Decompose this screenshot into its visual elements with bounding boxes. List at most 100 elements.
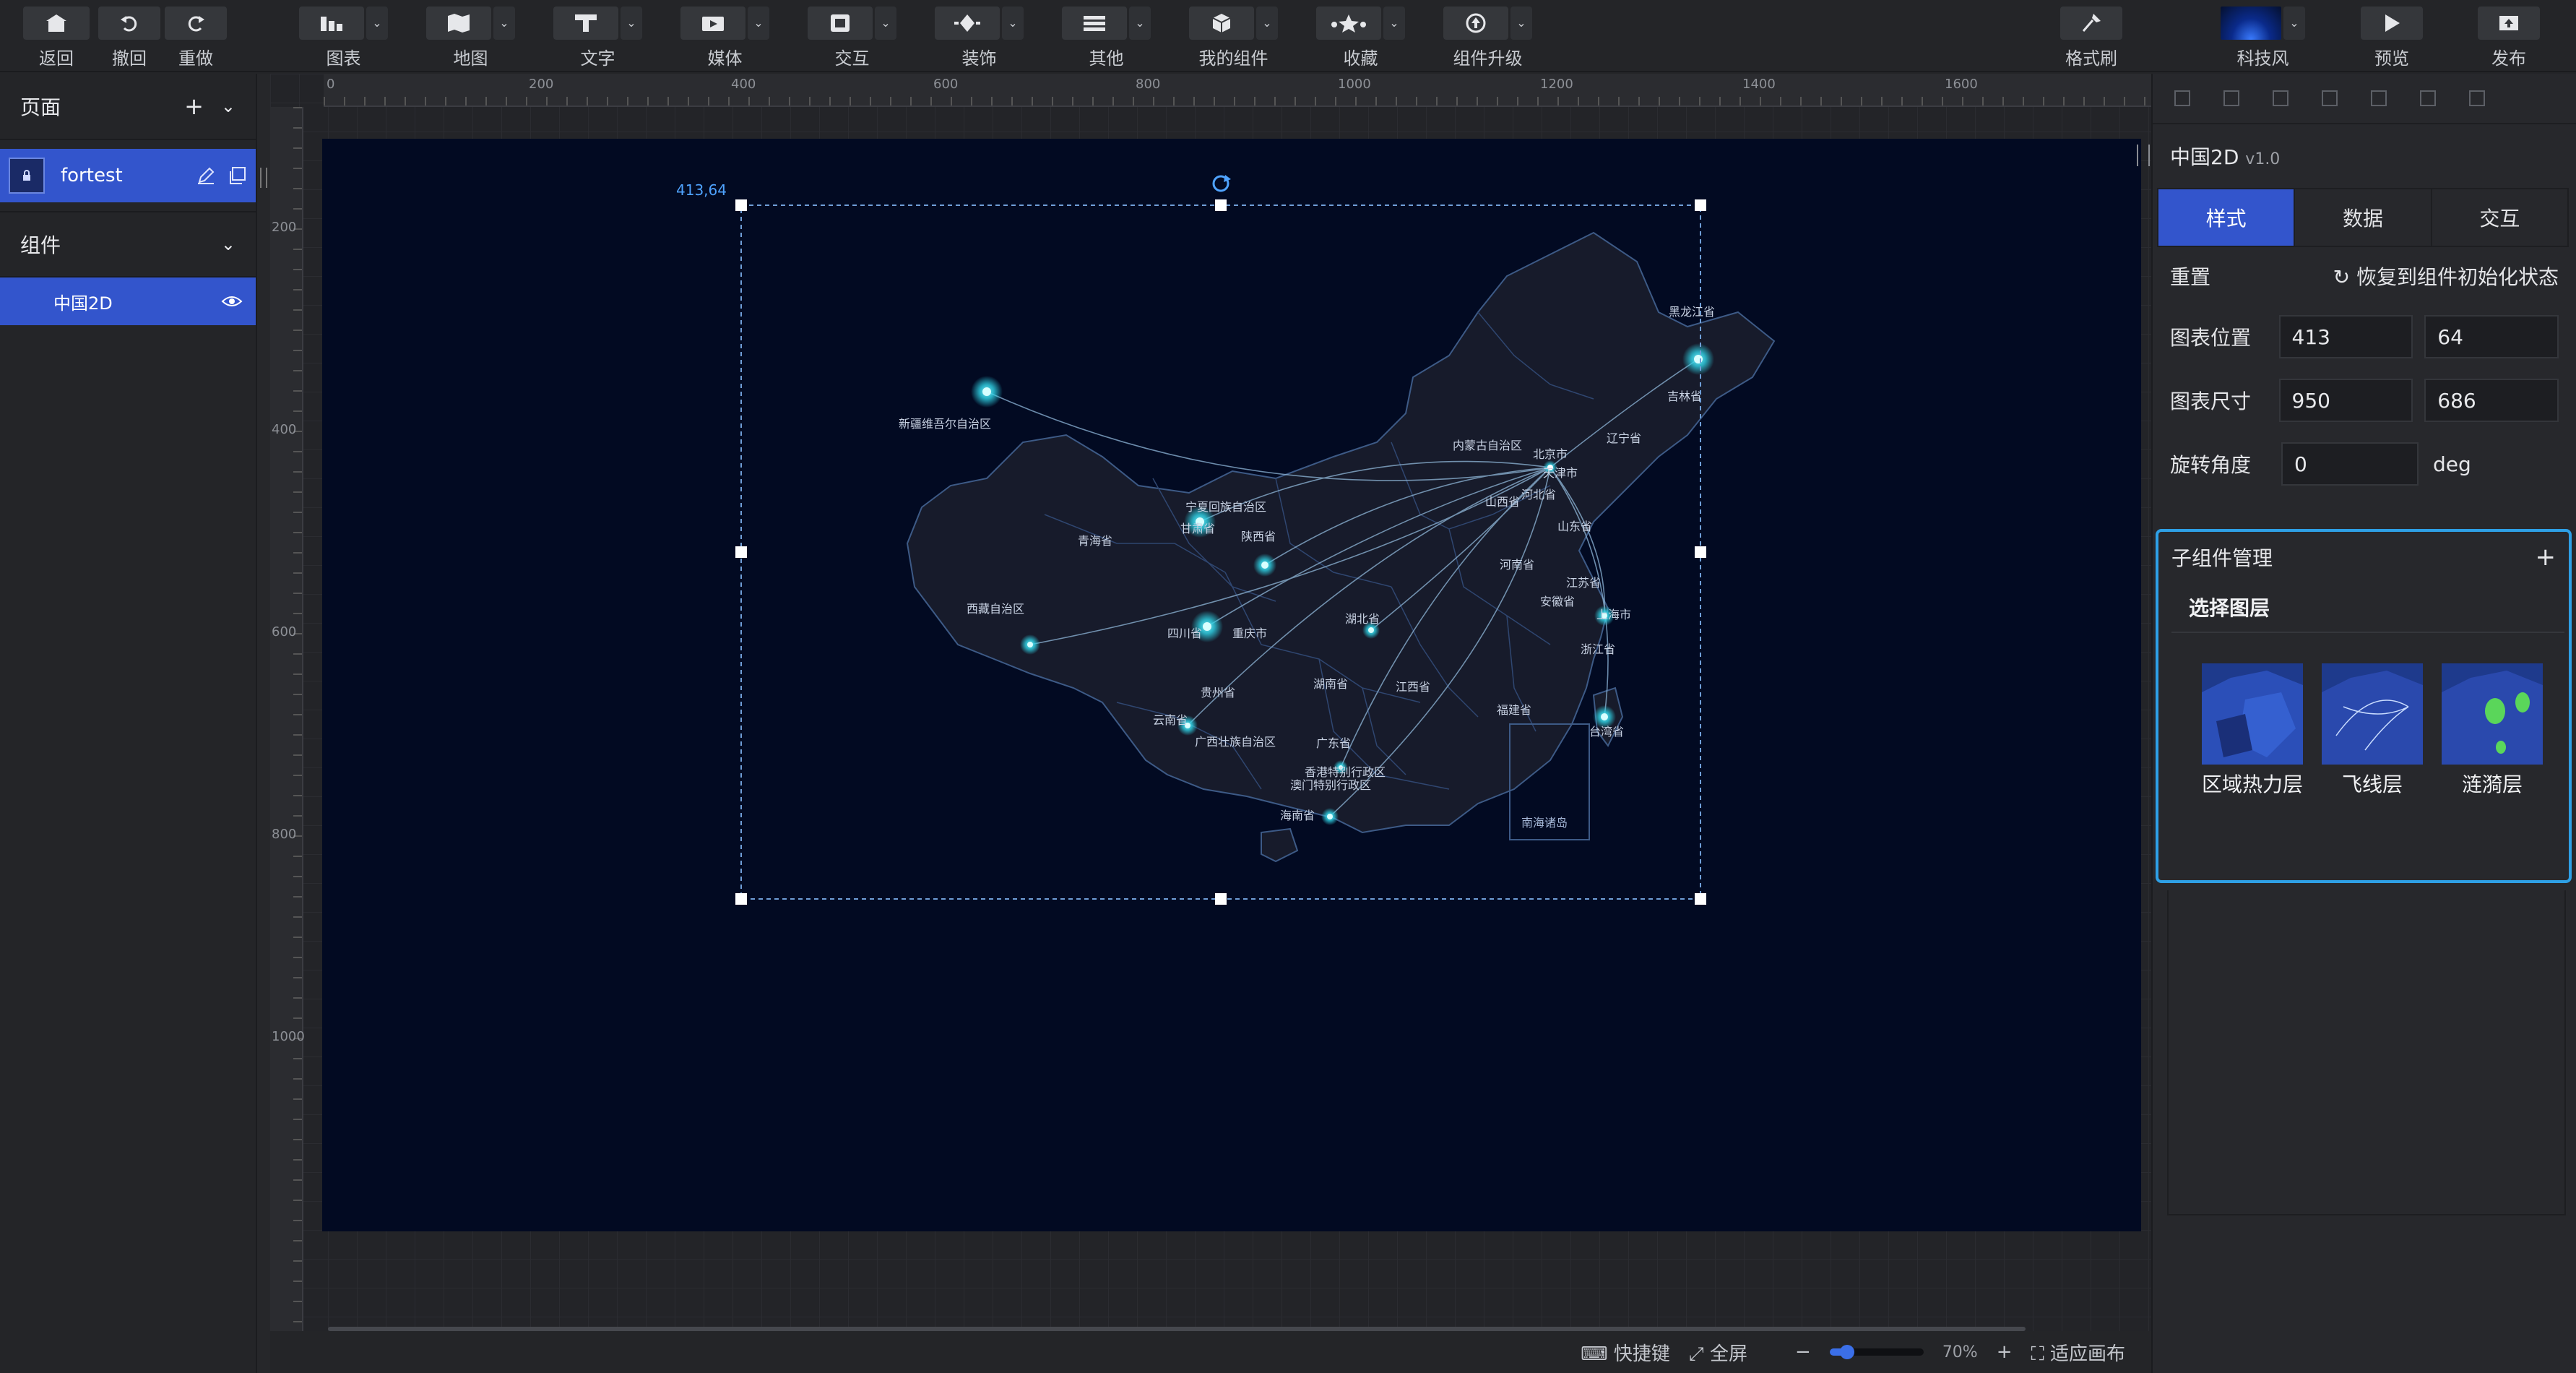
add-sub-component-icon[interactable]: + — [2536, 543, 2556, 572]
resize-handle — [1695, 893, 1706, 905]
design-stage[interactable]: 南海诸岛 黑龙江省 吉林省 辽宁省 内蒙古自治区 北京市 天津市 河北省 山西省… — [322, 139, 2141, 1231]
align-center-icon[interactable] — [2223, 90, 2239, 106]
add-page-icon[interactable]: + — [184, 92, 204, 120]
rotate-handle-icon[interactable] — [1212, 175, 1231, 192]
sub-component-header: 子组件管理 + — [2158, 532, 2569, 582]
decoration-menu[interactable]: ⌄ 装饰 — [935, 6, 1024, 69]
shortcuts-button[interactable]: ⌨ 快捷键 — [1581, 1339, 1670, 1366]
format-brush-button[interactable]: 格式刷 — [2060, 6, 2122, 69]
width-input[interactable]: 950 — [2278, 379, 2413, 422]
chevron-down-icon[interactable]: ⌄ — [221, 96, 235, 116]
fullscreen-label: 全屏 — [1710, 1343, 1748, 1365]
province-label: 重庆市 — [1232, 627, 1267, 640]
keyboard-icon: ⌨ — [1581, 1343, 1614, 1365]
province-label: 台湾省 — [1589, 725, 1624, 739]
chevron-down-icon[interactable]: ⌄ — [1129, 6, 1151, 40]
tab-interaction[interactable]: 交互 — [2432, 189, 2567, 246]
left-panel-collapse-handle[interactable] — [257, 74, 270, 1373]
left-ruler: 200 400 600 800 1000 — [270, 107, 305, 1331]
chevron-down-icon[interactable]: ⌄ — [1383, 6, 1405, 40]
theme-selector[interactable]: ⌄ 科技风 — [2221, 6, 2305, 69]
chevron-down-icon[interactable]: ⌄ — [366, 6, 388, 40]
copy-icon[interactable] — [227, 165, 247, 186]
component-item-china2d[interactable]: 中国2D — [0, 277, 256, 325]
edit-icon[interactable] — [196, 166, 215, 185]
align-bottom-icon[interactable] — [2420, 90, 2436, 106]
layer-option-heatmap[interactable]: 区域热力层 — [2202, 663, 2303, 798]
component-upgrade-label: 组件升级 — [1453, 48, 1523, 69]
china-map-component[interactable]: 南海诸岛 黑龙江省 吉林省 辽宁省 内蒙古自治区 北京市 天津市 河北省 山西省… — [322, 139, 2141, 1231]
media-menu[interactable]: ⌄ 媒体 — [680, 6, 769, 69]
play-icon — [2385, 14, 2400, 32]
restore-default-button[interactable]: ↻ 恢复到组件初始化状态 — [2333, 262, 2559, 290]
text-menu[interactable]: ⌄ 文字 — [553, 6, 642, 69]
preview-button[interactable]: 预览 — [2361, 6, 2423, 69]
other-menu[interactable]: ⌄ 其他 — [1062, 6, 1151, 69]
align-middle-icon[interactable] — [2371, 90, 2387, 106]
alignment-toolbar — [2153, 74, 2576, 124]
favorites-menu[interactable]: ⌄ 收藏 — [1316, 6, 1405, 69]
position-x-input[interactable]: 413 — [2278, 315, 2413, 358]
publish-icon — [2499, 15, 2518, 30]
province-label: 湖北省 — [1345, 612, 1380, 626]
resize-handle — [735, 546, 747, 558]
chevron-down-icon[interactable]: ⌄ — [2283, 6, 2305, 40]
ruler-tick-label: 400 — [731, 77, 756, 92]
right-panel-collapse-handle[interactable] — [2137, 145, 2150, 166]
redo-button[interactable]: 重做 — [165, 6, 227, 69]
interaction-menu[interactable]: ⌄ 交互 — [808, 6, 896, 69]
resize-handle — [1215, 893, 1227, 905]
resize-handle — [1695, 199, 1706, 211]
chevron-down-icon[interactable]: ⌄ — [1002, 6, 1024, 40]
align-top-icon[interactable] — [2322, 90, 2338, 106]
fullscreen-button[interactable]: ⤢ 全屏 — [1689, 1339, 1747, 1366]
chevron-down-icon[interactable]: ⌄ — [493, 6, 515, 40]
zoom-in-icon[interactable]: + — [1997, 1341, 2013, 1363]
zoom-slider-handle[interactable] — [1839, 1345, 1854, 1359]
undo-icon — [121, 15, 137, 31]
ruler-tick-label: 200 — [272, 220, 297, 235]
rotation-input[interactable]: 0 — [2281, 442, 2419, 486]
publish-button[interactable]: 发布 — [2478, 6, 2540, 69]
canvas-area[interactable]: 0 200 400 600 800 1000 1200 1400 1600 20… — [270, 74, 2151, 1331]
distribute-icon[interactable] — [2469, 90, 2485, 106]
ruler-tick-label: 1000 — [272, 1029, 305, 1044]
tab-style[interactable]: 样式 — [2158, 189, 2296, 246]
undo-button[interactable]: 撤回 — [98, 6, 160, 69]
fit-canvas-button[interactable]: ⛶ 适应画布 — [2031, 1339, 2125, 1366]
page-item-fortest[interactable]: fortest — [0, 149, 256, 202]
back-button[interactable]: 返回 — [23, 6, 90, 69]
map-menu[interactable]: ⌄ 地图 — [426, 6, 515, 69]
zoom-slider[interactable] — [1829, 1345, 1924, 1359]
layer-option-ripple[interactable]: 涟漪层 — [2442, 663, 2543, 798]
height-input[interactable]: 686 — [2424, 379, 2559, 422]
layer-option-flyline[interactable]: 飞线层 — [2322, 663, 2424, 798]
province-label: 安徽省 — [1540, 595, 1575, 608]
align-right-icon[interactable] — [2273, 90, 2288, 106]
app-root: 返回 撤回 重做 ⌄ 图表 ⌄ 地图 ⌄ 文字 ⌄ 媒体 ⌄ 交互 ⌄ 装饰 ⌄… — [0, 0, 2576, 1373]
chevron-down-icon[interactable]: ⌄ — [621, 6, 642, 40]
text-icon — [575, 14, 597, 32]
align-left-icon[interactable] — [2174, 90, 2190, 106]
pages-header: 页面 + ⌄ — [0, 74, 256, 140]
component-version: v1.0 — [2245, 150, 2281, 168]
chevron-down-icon[interactable]: ⌄ — [875, 6, 896, 40]
tab-data[interactable]: 数据 — [2295, 189, 2432, 246]
my-components-menu[interactable]: ⌄ 我的组件 — [1189, 6, 1278, 69]
theme-thumbnail — [2221, 6, 2281, 40]
media-icon — [702, 16, 724, 31]
chevron-down-icon[interactable]: ⌄ — [1256, 6, 1278, 40]
format-brush-icon — [2082, 13, 2101, 32]
component-upgrade-menu[interactable]: ⌄ 组件升级 — [1443, 6, 1532, 69]
eye-icon[interactable] — [221, 294, 243, 309]
component-name: 中国2D — [53, 293, 113, 314]
province-label: 河南省 — [1500, 558, 1534, 572]
chevron-down-icon[interactable]: ⌄ — [1510, 6, 1532, 40]
chevron-down-icon[interactable]: ⌄ — [221, 234, 235, 254]
chevron-down-icon[interactable]: ⌄ — [748, 6, 769, 40]
province-label: 澳门特别行政区 — [1290, 778, 1371, 792]
chart-menu[interactable]: ⌄ 图表 — [299, 6, 388, 69]
zoom-out-icon[interactable]: − — [1795, 1341, 1811, 1363]
components-header[interactable]: 组件 ⌄ — [0, 211, 256, 277]
position-y-input[interactable]: 64 — [2424, 315, 2559, 358]
